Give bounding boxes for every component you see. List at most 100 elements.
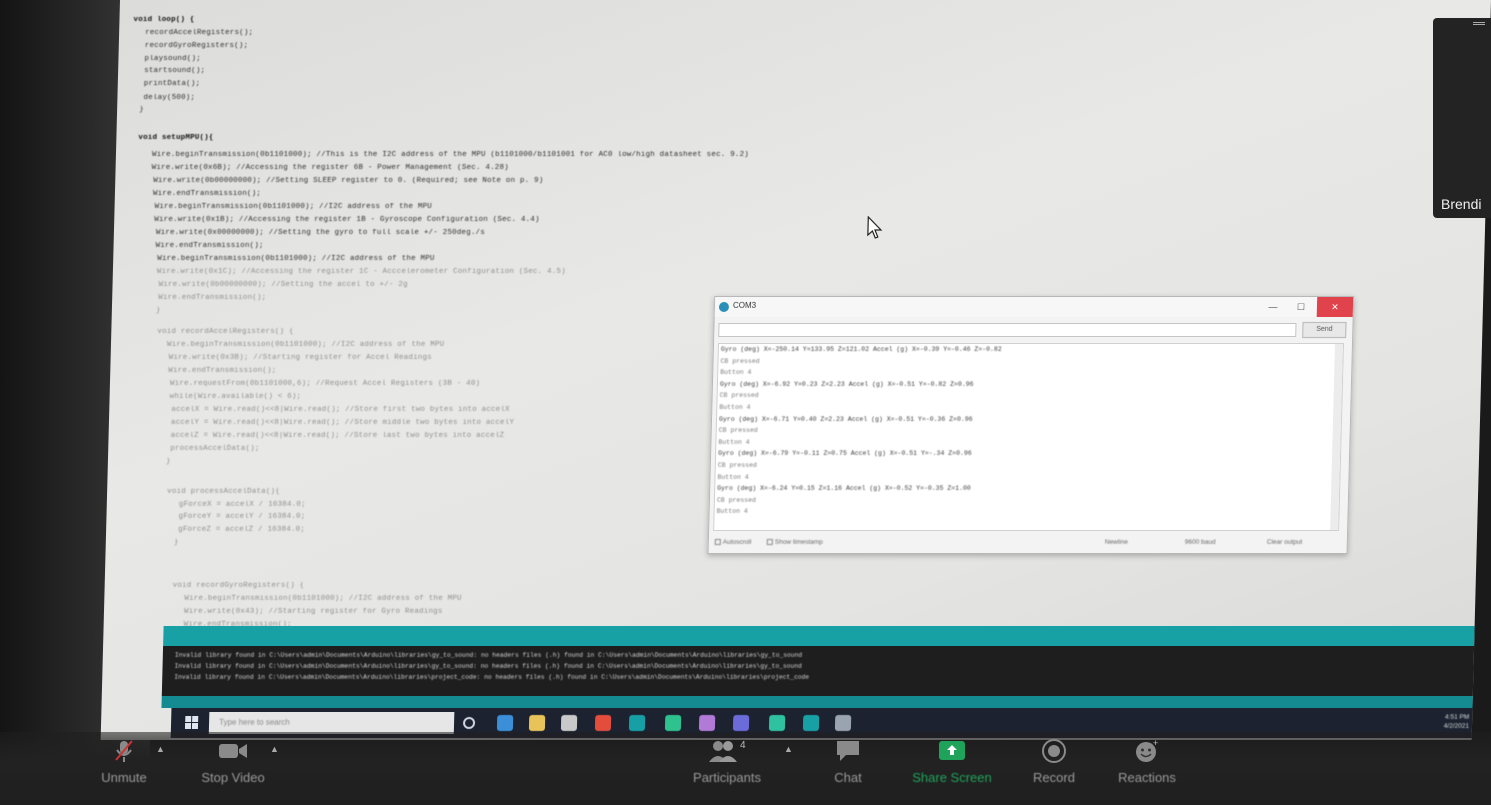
app-icon[interactable] <box>834 715 852 731</box>
stop-video-button[interactable]: Stop Video <box>192 738 274 790</box>
code-line: Wire.write(0x6B); //Accessing the regist… <box>151 164 509 172</box>
autoscroll-checkbox[interactable]: Autoscroll <box>714 539 751 546</box>
store-icon[interactable] <box>560 715 578 731</box>
code-line: recordGyroRegisters(); <box>144 42 249 50</box>
edge-icon[interactable] <box>496 715 514 731</box>
code-line: } <box>173 539 179 547</box>
participant-video-tile[interactable]: Brendi <box>1433 18 1491 218</box>
after-effects-icon[interactable] <box>732 715 750 731</box>
minimize-button[interactable]: — <box>1259 297 1288 317</box>
share-screen-icon <box>939 741 965 760</box>
audio-options-caret-icon[interactable]: ▲ <box>156 744 165 754</box>
code-line: Wire.endTransmission(); <box>152 190 262 198</box>
serial-scrollbar[interactable] <box>1330 344 1343 530</box>
code-line: gForceX = accelX / 16384.0; <box>178 501 306 509</box>
premiere-icon[interactable] <box>698 715 716 731</box>
arduino-console-output[interactable]: Invalid library found in C:\Users\admin\… <box>161 646 1484 696</box>
chat-button[interactable]: Chat <box>822 738 874 790</box>
console-line: Invalid library found in C:\Users\admin\… <box>174 663 802 670</box>
code-line: void setupMPU(){ <box>138 134 214 142</box>
code-line: Wire.write(0b00000000); //Setting the ac… <box>158 281 408 289</box>
file-explorer-icon[interactable] <box>528 715 546 731</box>
code-line: gForceZ = accelZ / 16384.0; <box>178 526 306 534</box>
chat-label: Chat <box>834 770 862 785</box>
record-button[interactable]: Record <box>1026 738 1082 790</box>
arduino-icon[interactable] <box>628 715 646 731</box>
send-button[interactable]: Send <box>1302 322 1347 338</box>
app-icon[interactable] <box>664 715 682 731</box>
code-line: Wire.endTransmission(); <box>158 294 267 302</box>
microphone-muted-icon <box>115 740 133 762</box>
timestamp-checkbox[interactable]: Show timestamp <box>766 539 823 546</box>
serial-output-line: Button 4 <box>720 369 752 377</box>
serial-output-line: Gyro (deg) X=-6.92 Y=0.23 Z=2.23 Accel (… <box>719 380 974 388</box>
serial-output-line: CB pressed <box>719 392 759 400</box>
serial-output-line: Gyro (deg) X=-6.24 Y=0.15 Z=1.16 Accel (… <box>717 485 971 493</box>
serial-send-input[interactable] <box>718 323 1297 337</box>
code-line: printData(); <box>143 80 201 88</box>
arduino-footer-bar <box>161 696 1482 708</box>
video-options-caret-icon[interactable]: ▲ <box>270 744 279 754</box>
participants-button[interactable]: 4 Participants <box>686 738 768 790</box>
code-line: Wire.beginTransmission(0b1101000); //I2C… <box>184 595 462 603</box>
arduino-icon[interactable] <box>802 715 820 731</box>
taskbar-search-input[interactable]: Type here to search <box>208 712 455 734</box>
reactions-smiley-icon: + <box>1136 738 1158 762</box>
participants-count: 4 <box>740 740 746 751</box>
share-screen-label: Share Screen <box>912 770 992 785</box>
close-button[interactable]: ✕ <box>1316 297 1354 317</box>
participants-options-caret-icon[interactable]: ▲ <box>784 744 793 754</box>
console-line: Invalid library found in C:\Users\admin\… <box>174 674 810 681</box>
code-line: Wire.endTransmission(); <box>168 367 277 375</box>
maximize-button[interactable]: ☐ <box>1287 297 1316 317</box>
arduino-status-bar <box>163 626 1484 646</box>
reactions-button[interactable]: + Reactions <box>1112 738 1182 790</box>
chat-bubble-icon <box>837 741 859 761</box>
serial-monitor-window[interactable]: COM3 — ☐ ✕ Send Gyro (deg) X=-250.14 Y=1… <box>707 296 1355 554</box>
participants-label: Participants <box>693 770 761 785</box>
code-line: } <box>155 307 161 315</box>
code-line: Wire.endTransmission(); <box>155 242 264 250</box>
record-icon <box>1042 739 1066 763</box>
code-line: Wire.write(0b00000000); //Setting SLEEP … <box>153 177 544 185</box>
code-line: playsound(); <box>144 55 201 63</box>
serial-output-line: Button 4 <box>718 438 750 446</box>
code-line: Wire.write(0x00000000); //Setting the gy… <box>155 229 486 237</box>
code-line: gForceY = accelY / 16384.0; <box>178 513 306 521</box>
unmute-button[interactable]: Unmute <box>92 738 156 790</box>
serial-monitor-title: COM3 <box>732 301 757 310</box>
serial-output-line: CB pressed <box>718 427 758 435</box>
serial-output-area[interactable]: Gyro (deg) X=-250.14 Y=133.95 Z=121.02 A… <box>713 343 1345 531</box>
share-screen-button[interactable]: Share Screen <box>906 738 998 790</box>
code-line: accelX = Wire.read()<<8|Wire.read(); //S… <box>171 406 510 414</box>
svg-text:+: + <box>1153 738 1158 748</box>
arduino-app-icon <box>718 302 730 312</box>
clear-output-button[interactable]: Clear output <box>1267 539 1303 546</box>
serial-output-line: Button 4 <box>717 473 749 481</box>
code-line: Wire.write(0x1B); //Accessing the regist… <box>154 216 540 224</box>
timestamp-label: Show timestamp <box>774 539 823 546</box>
serial-output-line: CB pressed <box>716 496 757 504</box>
code-line: Wire.write(0x3B); //Starting register fo… <box>168 354 432 362</box>
code-line: processAccelData(); <box>170 445 260 453</box>
serial-output-line: Gyro (deg) X=-250.14 Y=133.95 Z=121.02 A… <box>720 346 1002 353</box>
photographed-monitor-screen: void loop() { recordAccelRegisters(); re… <box>100 0 1491 740</box>
serial-output-line: Button 4 <box>719 404 751 411</box>
chrome-icon[interactable] <box>594 715 612 731</box>
more-options-icon[interactable] <box>1473 22 1485 25</box>
code-line: Wire.beginTransmission(0b1101000); //Thi… <box>151 151 750 159</box>
code-line: accelY = Wire.read()<<8|Wire.read(); //S… <box>170 419 515 427</box>
app-icon[interactable] <box>768 715 786 731</box>
system-clock[interactable]: 4:51 PM 4/2/2021 <box>1444 713 1470 731</box>
task-view-icon[interactable] <box>462 717 476 729</box>
serial-output-line: Button 4 <box>716 508 748 516</box>
line-ending-select[interactable]: Newline <box>1105 539 1128 546</box>
serial-output-line: Gyro (deg) X=-6.79 Y=-0.11 Z=0.75 Accel … <box>718 450 972 458</box>
code-line: Wire.beginTransmission(0b1101000); //I2C… <box>154 203 433 211</box>
unmute-label: Unmute <box>101 770 147 785</box>
windows-start-icon[interactable] <box>184 716 199 730</box>
search-placeholder: Type here to search <box>218 718 290 727</box>
checkbox-icon <box>714 539 721 545</box>
serial-monitor-titlebar[interactable]: COM3 — ☐ ✕ <box>714 297 1354 317</box>
baud-rate-select[interactable]: 9600 baud <box>1185 539 1216 546</box>
